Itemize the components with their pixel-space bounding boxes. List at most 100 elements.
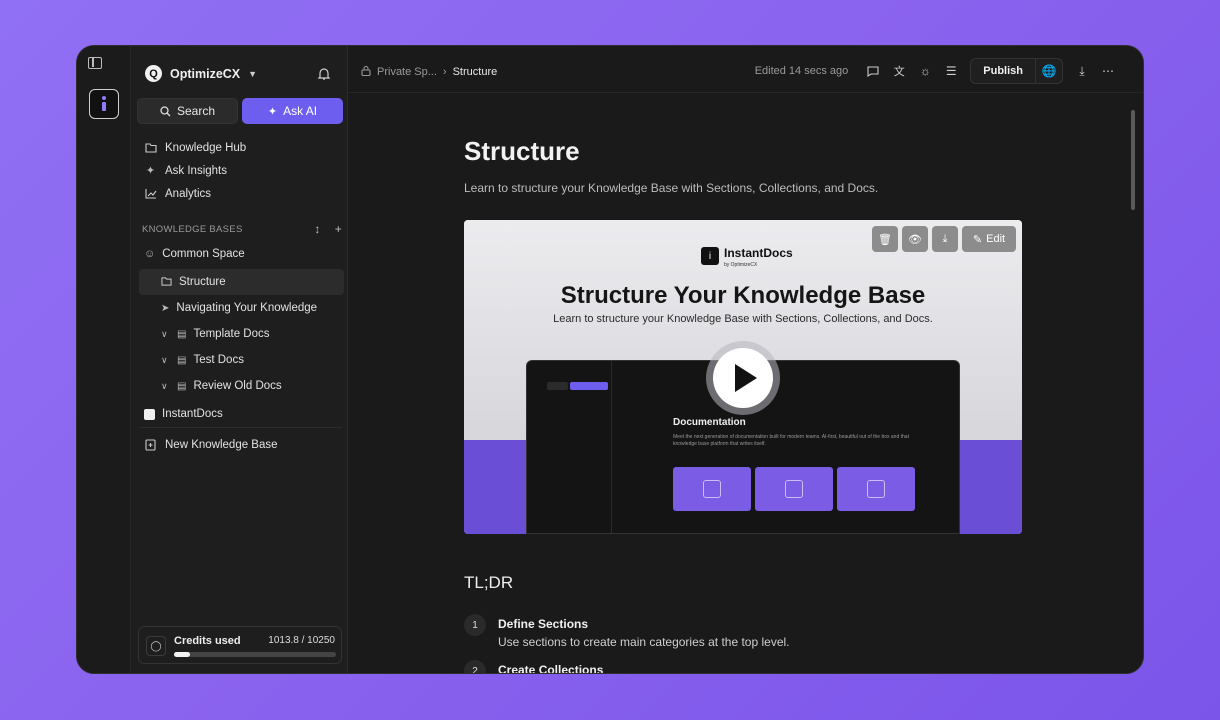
main-content: Private Sp... › Structure Edited 14 secs…: [348, 46, 1143, 673]
kb-heading: KNOWLEDGE BASES: [142, 223, 243, 235]
ask-ai-button[interactable]: ✦ Ask AI: [242, 98, 343, 124]
tree-label: Navigating Your Knowledge: [176, 302, 318, 314]
step-desc: Use sections to create main categories a…: [498, 635, 790, 649]
pencil-icon: ✎: [972, 233, 983, 246]
nav-label: Ask Insights: [165, 164, 227, 177]
tree-label: Template Docs: [193, 328, 270, 340]
tree-label: Test Docs: [193, 354, 244, 366]
sidebar-toggle-icon[interactable]: [88, 57, 102, 69]
video-brand-by: by OptimizeCX: [724, 262, 758, 268]
play-icon: [735, 364, 757, 392]
publish-button[interactable]: Publish: [971, 59, 1036, 83]
preview-doc-sub: Meet the next generation of documentatio…: [673, 434, 909, 447]
credits-value: 1013.8 / 10250: [268, 635, 335, 646]
sparkle-icon: ✦: [267, 105, 278, 118]
step-item: 2 Create Collections: [464, 660, 604, 674]
credits-icon: ◯: [146, 636, 166, 656]
step-title: Define Sections: [498, 617, 589, 631]
tree-label: Structure: [179, 276, 226, 288]
download-icon[interactable]: ⤓: [1069, 59, 1095, 83]
globe-icon[interactable]: 🌐: [1036, 59, 1062, 83]
sun-icon[interactable]: ☼: [912, 59, 938, 83]
users-icon: ☺: [144, 248, 156, 260]
page-title: Structure: [464, 136, 580, 166]
tree-item-common-space[interactable]: ☺ Common Space: [139, 241, 344, 267]
collection-icon: ▤: [177, 328, 187, 340]
preview-sidebar: [527, 361, 612, 533]
instantdocs-logo-icon: [144, 408, 155, 420]
edit-button[interactable]: ✎ Edit: [962, 226, 1016, 252]
credits-bar: [174, 652, 336, 657]
comment-icon[interactable]: [860, 59, 886, 83]
tree-label: Review Old Docs: [193, 380, 282, 392]
tree-item-navigating[interactable]: ➤ Navigating Your Knowledge: [139, 295, 344, 321]
new-kb-button[interactable]: New Knowledge Base: [139, 433, 344, 456]
scrollbar[interactable]: [1131, 110, 1135, 210]
search-icon: [160, 105, 171, 116]
folder-icon: [144, 141, 157, 154]
trash-icon[interactable]: 🗑: [872, 226, 898, 252]
list-icon[interactable]: ☰: [938, 59, 964, 83]
preview-doc-title: Documentation: [673, 417, 746, 428]
org-switcher[interactable]: Q OptimizeCX ▼: [145, 65, 257, 82]
tree-item-review-old-docs[interactable]: ∨ ▤ Review Old Docs: [139, 373, 344, 399]
chevron-down-icon: ▼: [248, 68, 258, 79]
nav-label: Analytics: [165, 187, 212, 200]
preview-ask-ai: [570, 382, 608, 390]
topbar: Private Sp... › Structure Edited 14 secs…: [348, 46, 1143, 93]
tree-label: InstantDocs: [162, 408, 223, 420]
collapse-icon[interactable]: ↕: [314, 222, 320, 236]
sparkle-icon: ✦: [145, 165, 156, 177]
video-heading: Structure Your Knowledge Base: [560, 282, 926, 309]
instantdocs-logo-icon: i: [701, 247, 719, 265]
step-title: Create Collections: [498, 663, 604, 674]
plus-icon[interactable]: +: [335, 222, 342, 236]
collection-icon: ▤: [177, 354, 187, 366]
eye-icon[interactable]: 👁: [902, 226, 928, 252]
nav-knowledge-hub[interactable]: Knowledge Hub: [139, 136, 344, 159]
chart-icon: [144, 187, 157, 200]
new-kb-label: New Knowledge Base: [165, 438, 278, 451]
credits-label: Credits used: [174, 635, 241, 647]
download-icon[interactable]: ⤓: [932, 226, 958, 252]
chevron-down-icon[interactable]: ∨: [161, 355, 170, 366]
chevron-down-icon[interactable]: ∨: [161, 329, 170, 340]
kb-section-header: KNOWLEDGE BASES ↕ +: [142, 222, 342, 236]
tldr-heading: TL;DR: [464, 573, 514, 592]
org-name: OptimizeCX: [170, 66, 241, 81]
nav-analytics[interactable]: Analytics: [139, 182, 344, 205]
divider: [139, 427, 342, 428]
page-subtitle: Learn to structure your Knowledge Base w…: [464, 181, 879, 195]
credits-panel: ◯ Credits used 1013.8 / 10250: [138, 626, 342, 664]
folder-icon: [161, 276, 172, 289]
breadcrumb-parent[interactable]: Private Sp...: [377, 66, 437, 78]
tree-item-instantdocs[interactable]: InstantDocs: [139, 401, 344, 427]
chevron-down-icon[interactable]: ∨: [161, 381, 170, 392]
video-embed[interactable]: i InstantDocs by OptimizeCX Structure Yo…: [464, 220, 1022, 534]
breadcrumb-current: Structure: [452, 66, 498, 78]
translate-icon[interactable]: 文: [886, 59, 912, 83]
play-button[interactable]: [706, 341, 780, 415]
search-button[interactable]: Search: [137, 98, 238, 124]
preview-card: [673, 467, 751, 511]
tree-item-structure[interactable]: Structure: [139, 269, 344, 295]
preview-card: [755, 467, 833, 511]
org-logo-icon: Q: [145, 65, 162, 82]
step-number: 1: [464, 614, 486, 636]
tree-label: Common Space: [162, 248, 245, 260]
step-item: 1 Define Sections Use sections to create…: [464, 614, 790, 649]
preview-card: [837, 467, 915, 511]
nav-label: Knowledge Hub: [165, 141, 247, 154]
add-book-icon: [144, 438, 157, 451]
tree-item-test-docs[interactable]: ∨ ▤ Test Docs: [139, 347, 344, 373]
chevron-right-icon: ›: [442, 66, 447, 78]
tree-item-template-docs[interactable]: ∨ ▤ Template Docs: [139, 321, 344, 347]
edited-status: Edited 14 secs ago: [754, 65, 849, 77]
nav-ask-insights[interactable]: ✦ Ask Insights: [139, 159, 344, 182]
workspace-rail: [77, 46, 131, 673]
video-brand: i InstantDocs by OptimizeCX: [701, 244, 793, 268]
bell-icon[interactable]: [317, 67, 331, 81]
more-icon[interactable]: ⋯: [1095, 59, 1121, 83]
workspace-avatar[interactable]: [89, 89, 119, 119]
edit-label: Edit: [986, 233, 1006, 245]
